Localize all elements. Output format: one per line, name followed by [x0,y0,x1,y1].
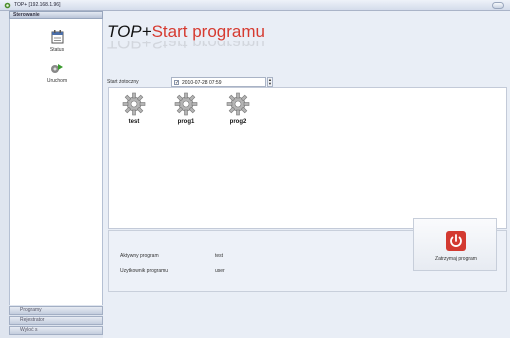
brand-text: TOP+ [107,22,152,41]
start-datetime-value: 2010-07-28 07:59 [182,80,222,86]
active-program-value: test [215,253,224,259]
page-title: TOP+Start programu [107,23,265,41]
program-user-label: Uzytkownik programu [120,268,169,274]
gear-icon [122,92,146,116]
start-label: Start żotoczny [107,79,139,85]
program-user-value: user [215,268,225,274]
window-title: TOP+ [192.168.1.96] [14,2,61,8]
programs-panel: test prog1 prog2 [108,87,507,229]
sidebar: Sterowanie Status Uruchom Programy Rejes… [0,11,103,338]
active-program-label: Aktywny program [120,253,159,259]
run-icon [51,64,63,73]
start-checkbox[interactable]: ✓ [174,80,179,86]
sidebar-tab-wyloc-s[interactable]: Wyloć s [9,326,103,335]
stop-program-button[interactable]: Zatrzymaj program [413,218,497,271]
program-item[interactable]: test [119,92,149,125]
stop-program-label: Zatrzymaj program [435,256,477,262]
program-name: prog1 [177,119,195,125]
gear-icon [174,92,198,116]
start-datetime-field[interactable]: ✓ 2010-07-28 07:59 [171,77,266,87]
sidebar-section-sterowanie[interactable]: Sterowanie [9,11,103,19]
sidebar-tab-programy[interactable]: Programy [9,306,103,315]
title-reflection: TOP+Start programu [107,41,265,51]
sidebar-nav-panel: Status Uruchom [9,19,103,305]
power-icon [446,231,466,251]
main-content: TOP+Start programu TOP+Start programu St… [103,11,510,338]
sidebar-tab-rejestrator[interactable]: Rejestrator [9,316,103,325]
sidebar-item-uruchom[interactable]: Uruchom [37,62,77,84]
sidebar-item-label: Uruchom [46,78,68,84]
program-name: test [128,119,140,125]
sidebar-item-status[interactable]: Status [37,30,77,53]
page-subtitle: Start programu [151,22,265,41]
program-name: prog2 [229,119,247,125]
datetime-spinner[interactable]: ▲ ▼ [267,77,273,87]
program-item[interactable]: prog2 [223,92,253,125]
window-titlebar: TOP+ [192.168.1.96] [0,0,510,11]
program-item[interactable]: prog1 [171,92,201,125]
app-logo-icon [4,2,11,9]
window-control-button[interactable] [492,2,504,9]
calendar-icon [51,30,63,44]
sidebar-item-label: Status [49,47,65,53]
gear-icon [226,92,250,116]
